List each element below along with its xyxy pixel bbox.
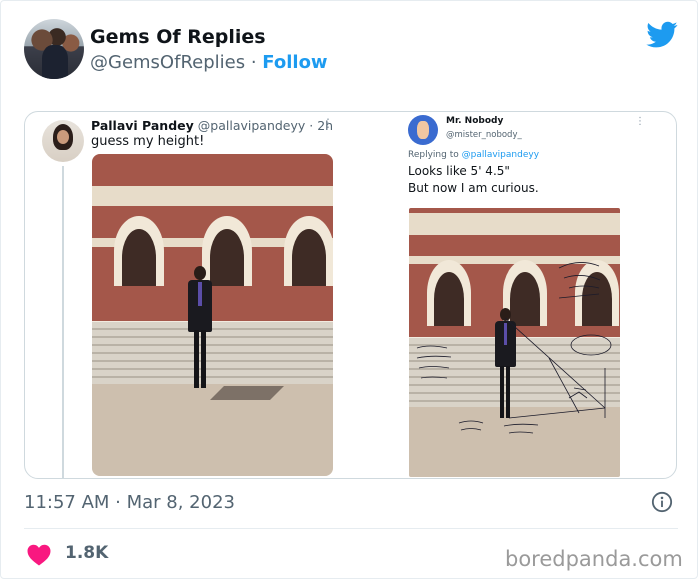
more-icon: ⋮	[635, 116, 645, 127]
follow-button[interactable]: Follow	[262, 52, 327, 73]
pallavi-meta: @pallavipandeyy · 2h	[197, 118, 334, 133]
nobody-avatar	[408, 115, 438, 145]
reply-text-line1: Looks like 5' 4.5"	[408, 164, 510, 178]
handwritten-calculations	[416, 262, 612, 434]
account-avatar[interactable]	[24, 19, 84, 79]
replying-prefix: Replying to	[408, 150, 462, 160]
annotated-photo	[409, 208, 620, 477]
replying-to: Replying to @pallavipandeyy	[408, 150, 539, 160]
footer-divider	[24, 528, 678, 529]
arch-opening	[122, 229, 156, 286]
original-tweet-text: guess my height!	[91, 134, 205, 149]
tweet-timestamp[interactable]: 11:57 AM · Mar 8, 2023	[24, 492, 235, 513]
like-count[interactable]: 1.8K	[65, 543, 108, 563]
arch-opening	[210, 229, 244, 286]
account-handle[interactable]: @GemsOfReplies	[90, 52, 245, 73]
embedded-screenshot[interactable]: Pallavi Pandey @pallavipandeyy · 2h ⋮ gu…	[24, 111, 677, 479]
reply-text-line2: But now I am curious.	[408, 181, 539, 195]
tweet-card: Gems Of Replies @GemsOfReplies · Follow …	[0, 0, 698, 579]
pallavi-avatar	[42, 120, 84, 162]
original-photo	[92, 154, 333, 476]
twitter-bird-icon[interactable]	[646, 21, 678, 49]
pallavi-display-name: Pallavi Pandey	[91, 118, 194, 133]
info-icon[interactable]	[651, 491, 673, 513]
more-icon: ⋮	[322, 116, 334, 130]
handle-row: @GemsOfReplies · Follow	[90, 52, 328, 73]
replying-handle: @pallavipandeyy	[461, 150, 540, 160]
stairs	[92, 322, 333, 384]
nobody-display-name: Mr. Nobody	[446, 116, 504, 126]
separator-dot: ·	[250, 52, 257, 73]
heart-icon[interactable]	[27, 544, 51, 566]
original-tweet-header: Pallavi Pandey @pallavipandeyy · 2h	[91, 118, 333, 133]
nobody-handle: @mister_nobody_	[446, 130, 522, 140]
account-name[interactable]: Gems Of Replies	[90, 26, 266, 48]
thread-line	[62, 166, 64, 478]
boredpanda-watermark: boredpanda.com	[505, 547, 683, 571]
arch-opening	[292, 229, 326, 286]
building-cornice	[92, 186, 333, 206]
